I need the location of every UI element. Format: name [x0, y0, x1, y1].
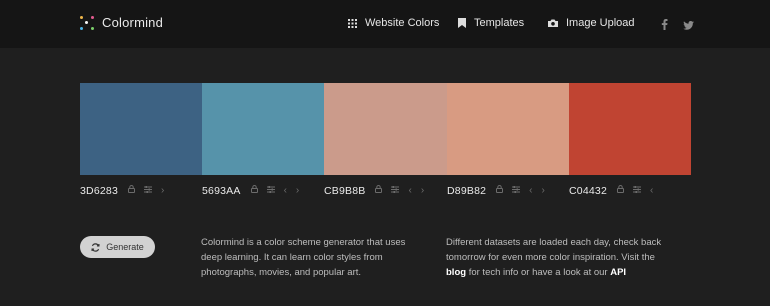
color-swatch-1[interactable]	[80, 83, 203, 175]
api-link[interactable]: API	[610, 267, 626, 278]
facebook-icon	[661, 19, 668, 30]
facebook-link[interactable]	[661, 17, 668, 35]
swatch-controls-4: D89B82 ‹ ›	[447, 184, 554, 198]
nav-image-upload[interactable]: Image Upload	[548, 17, 635, 29]
datasets-text-before: Different datasets are loaded each day, …	[446, 237, 662, 263]
lock-icon[interactable]	[127, 184, 135, 198]
nav-label: Website Colors	[365, 17, 440, 29]
adjust-icon[interactable]	[266, 184, 275, 198]
hex-value[interactable]: 3D6283	[80, 185, 118, 197]
chevron-left-icon[interactable]: ‹	[408, 184, 411, 198]
color-swatch-2[interactable]	[202, 83, 325, 175]
adjust-icon[interactable]	[143, 184, 152, 198]
adjust-icon[interactable]	[512, 184, 521, 198]
lock-icon[interactable]	[496, 184, 504, 198]
brand-name: Colormind	[102, 15, 164, 30]
chevron-right-icon[interactable]: ›	[542, 184, 545, 198]
swatch-controls-2: 5693AA ‹ ›	[202, 184, 308, 198]
hex-value[interactable]: CB9B8B	[324, 185, 365, 197]
nav-templates[interactable]: Templates	[458, 17, 524, 29]
generate-label: Generate	[106, 242, 144, 252]
refresh-icon	[91, 242, 100, 252]
lock-icon[interactable]	[250, 184, 258, 198]
palette-labels: 3D6283 › 5693AA ‹ › CB9B8B ‹ › D89B82 ‹ …	[80, 184, 691, 198]
brand-logo[interactable]: Colormind	[80, 15, 163, 30]
color-swatch-3[interactable]	[324, 83, 447, 175]
lock-icon[interactable]	[616, 184, 624, 198]
chevron-left-icon[interactable]: ‹	[650, 184, 653, 198]
nav-label: Templates	[474, 17, 525, 29]
blog-link[interactable]: blog	[446, 267, 466, 278]
hex-value[interactable]: C04432	[569, 185, 607, 197]
datasets-text: Different datasets are loaded each day, …	[446, 235, 676, 280]
lock-icon[interactable]	[375, 184, 383, 198]
bookmark-icon	[458, 18, 466, 28]
hex-value[interactable]: 5693AA	[202, 185, 241, 197]
color-swatch-4[interactable]	[446, 83, 569, 175]
color-palette	[80, 83, 691, 175]
top-navbar: Colormind Website Colors Templates Image…	[0, 0, 770, 48]
adjust-icon[interactable]	[632, 184, 641, 198]
nav-label: Image Upload	[566, 17, 635, 29]
chevron-right-icon[interactable]: ›	[421, 184, 424, 198]
twitter-icon	[683, 21, 694, 30]
nav-website-colors[interactable]: Website Colors	[348, 17, 439, 29]
swatch-controls-1: 3D6283 ›	[80, 184, 173, 198]
adjust-icon[interactable]	[391, 184, 400, 198]
camera-icon	[548, 19, 558, 27]
colormind-logo-icon	[80, 15, 94, 30]
grid-icon	[348, 18, 357, 28]
generate-button[interactable]: Generate	[80, 236, 155, 258]
about-text: Colormind is a color scheme generator th…	[201, 237, 406, 278]
hex-value[interactable]: D89B82	[447, 185, 486, 197]
chevron-left-icon[interactable]: ‹	[529, 184, 532, 198]
swatch-controls-3: CB9B8B ‹ ›	[324, 184, 433, 198]
datasets-text-middle: for tech info or have a look at our	[468, 267, 608, 278]
chevron-left-icon[interactable]: ‹	[284, 184, 287, 198]
swatch-controls-5: C04432 ‹	[569, 184, 662, 198]
chevron-right-icon[interactable]: ›	[296, 184, 299, 198]
twitter-link[interactable]	[683, 17, 694, 35]
color-swatch-5[interactable]	[568, 83, 691, 175]
chevron-right-icon[interactable]: ›	[161, 184, 164, 198]
